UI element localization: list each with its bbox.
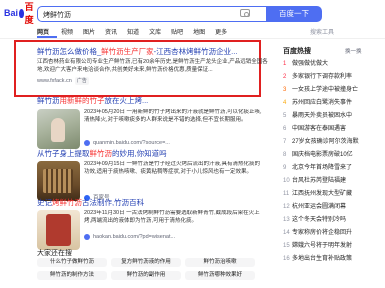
paw-icon <box>19 8 24 18</box>
hot-item[interactable]: 5 暴雨天外卖员被困水中 <box>283 110 352 119</box>
search-input[interactable]: 烤鲜竹沥 <box>37 6 266 22</box>
tab-web[interactable]: 网页 <box>37 27 51 36</box>
tab-bar: 网页 视频 图片 资讯 知道 文库 贴吧 地图 更多 <box>37 27 227 36</box>
hot-item[interactable]: 15 嫦娥六号将于明年发射 <box>283 240 352 249</box>
hot-item[interactable]: 2 多家银行下调存款利率 <box>283 71 352 80</box>
hot-item[interactable]: 9 北京今年首场降雪来了 <box>283 162 352 171</box>
logo-text-left: Bai <box>4 8 19 18</box>
result-title[interactable]: 从竹子身上提取鲜竹沥的妙用,你知道吗 <box>37 149 269 159</box>
hot-search-title: 百度热搜 <box>283 48 311 55</box>
hot-item[interactable]: 8 国庆档电影票房破10亿 <box>283 149 353 158</box>
hot-item[interactable]: 6 中国游客在泰国遇害 <box>283 123 346 132</box>
hot-item[interactable]: 14 专家称房价将企稳回升 <box>283 227 352 236</box>
baidu-logo[interactable]: Bai 百度 <box>4 2 34 25</box>
hot-item[interactable]: 12 杭州亚运会圆满闭幕 <box>283 201 346 210</box>
hot-item[interactable]: 10 台风杜苏芮登陆福建 <box>283 175 346 184</box>
result-title[interactable]: 鲜竹沥怎么做价格_鲜竹沥生产厂家-江西杏林烤鲜竹沥企业... <box>37 47 269 57</box>
tab-image[interactable]: 图片 <box>83 27 95 36</box>
hot-item[interactable]: 16 多地出台生育补贴政策 <box>283 253 352 262</box>
result-abstract: 江西杏林药业有限公司专业生产鲜竹沥,已有20余年历史,是鲜竹沥生产龙头企业,产品… <box>37 59 268 73</box>
tab-map[interactable]: 地图 <box>193 27 205 36</box>
related-search-item[interactable]: 复方鲜竹沥液的作用 <box>111 258 181 267</box>
related-search-item[interactable]: 鲜竹沥哪种效果好 <box>185 271 255 280</box>
hot-item[interactable]: 1 做强做优做大 <box>283 58 328 67</box>
logo-text-right: 百度 <box>24 2 34 25</box>
result-title[interactable]: 史记烤鲜竹沥古法制作,竹沥百科 <box>37 198 269 208</box>
tab-video[interactable]: 视频 <box>61 27 73 36</box>
search-button[interactable]: 百度一下 <box>266 6 322 22</box>
camera-icon[interactable] <box>240 9 250 17</box>
related-search-item[interactable]: 什么竹子做鲜竹沥 <box>37 258 107 267</box>
related-search-item[interactable]: 鲜竹沥的副作用 <box>111 271 181 280</box>
related-search-item[interactable]: 鲜竹沥治咳嗽 <box>185 258 255 267</box>
hot-item[interactable]: 4 苏州回应白鹭消失事件 <box>283 97 352 106</box>
tab-more[interactable]: 更多 <box>215 27 227 36</box>
result-abstract: 2023年11月30日 一古法烤制鲜竹沥需要选取新鲜青竹,截成段后架在火上烤,两… <box>84 210 260 224</box>
search-tools-button[interactable]: 搜索工具 <box>310 27 334 36</box>
result-item: 史记烤鲜竹沥古法制作,竹沥百科 <box>37 198 269 208</box>
source-icon <box>84 140 90 146</box>
result-thumbnail[interactable] <box>37 161 80 201</box>
refresh-button[interactable]: 换一换 <box>345 47 362 55</box>
result-title[interactable]: 鲜竹沥用新鲜的竹子放在火上烤... <box>37 96 269 106</box>
hot-item[interactable]: 7 27岁女孩确诊阿尔茨海默 <box>283 136 359 145</box>
result-url[interactable]: haokan.baidu.com/?pd=wisenat... <box>84 233 175 241</box>
hot-item[interactable]: 13 这个冬天会特别冷吗 <box>283 214 346 223</box>
tab-tieba[interactable]: 贴吧 <box>171 27 183 36</box>
result-item: 从竹子身上提取鲜竹沥的妙用,你知道吗 <box>37 149 269 159</box>
result-abstract: 2023年05月20日 一用新鲜的竹子烤出来的汁液就是鲜竹沥,可以化痰止咳,清热… <box>84 109 262 123</box>
tab-doc[interactable]: 文库 <box>149 27 161 36</box>
result-ad: 鲜竹沥怎么做价格_鲜竹沥生产厂家-江西杏林烤鲜竹沥企业... 江西杏林药业有限公… <box>37 47 269 85</box>
hot-item[interactable]: 3 一女孩上学途中被撞身亡 <box>283 84 358 93</box>
related-searches-title: 大家还在搜 <box>37 250 72 257</box>
tab-news[interactable]: 资讯 <box>105 27 117 36</box>
source-icon <box>84 234 90 240</box>
related-search-item[interactable]: 鲜竹沥的制作方法 <box>37 271 107 280</box>
result-thumbnail[interactable] <box>37 109 80 149</box>
hot-item[interactable]: 11 江西抚州发现大型矿藏 <box>283 188 352 197</box>
result-abstract: 2023年09月15日 一鲜竹沥是竹子经过火烤后流出的汁液,具有清热化痰的功效,… <box>84 161 261 175</box>
result-thumbnail[interactable] <box>37 210 80 250</box>
ad-tag: 广告 <box>74 77 89 85</box>
result-url[interactable]: quanmin.baidu.com/?source=... <box>84 139 170 147</box>
result-item: 鲜竹沥用新鲜的竹子放在火上烤... <box>37 96 269 106</box>
result-url[interactable]: www.fxfack.cn 广告 <box>37 77 269 85</box>
tab-know[interactable]: 知道 <box>127 27 139 36</box>
header-divider <box>0 38 385 39</box>
